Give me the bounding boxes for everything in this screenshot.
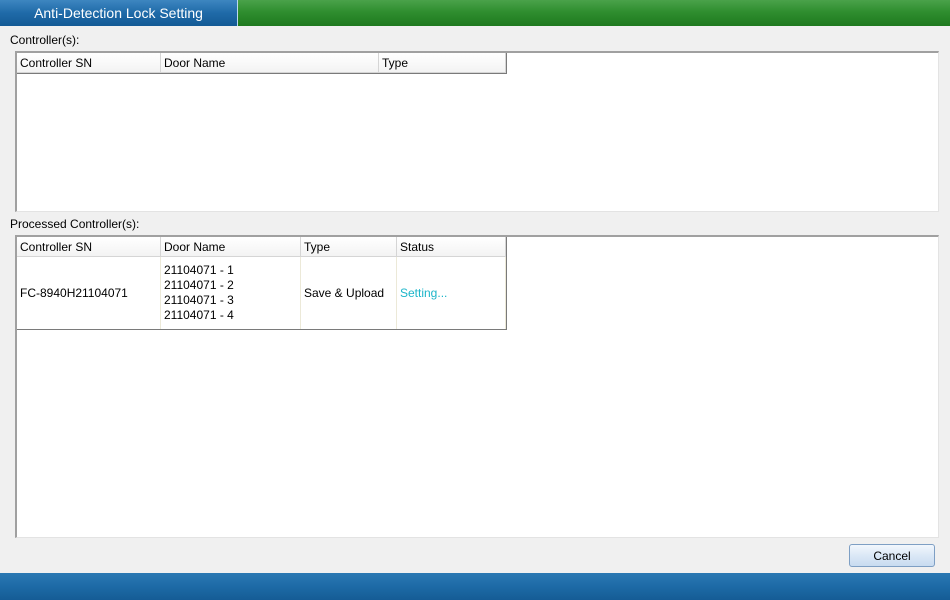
main-panel: Controller(s): Controller SN Door Name T… <box>2 26 948 573</box>
cell-status: Setting... <box>397 257 506 329</box>
cell-type: Save & Upload <box>301 257 397 329</box>
column-header-controller-sn[interactable]: Controller SN <box>17 53 161 73</box>
controllers-grid: Controller SN Door Name Type <box>17 53 507 74</box>
cancel-button[interactable]: Cancel <box>849 544 935 567</box>
column-header-door-name[interactable]: Door Name <box>161 237 301 257</box>
processed-controllers-list[interactable]: Controller SN Door Name Type Status FC-8… <box>15 235 939 538</box>
cell-door-names: 21104071 - 1 21104071 - 2 21104071 - 3 2… <box>161 257 301 329</box>
controllers-grid-header: Controller SN Door Name Type <box>17 53 506 73</box>
door-name: 21104071 - 1 <box>164 263 234 277</box>
column-header-status[interactable]: Status <box>397 237 506 257</box>
title-bar: Anti-Detection Lock Setting <box>0 0 950 26</box>
processed-grid: Controller SN Door Name Type Status FC-8… <box>17 237 507 330</box>
door-name: 21104071 - 3 <box>164 293 234 307</box>
column-header-controller-sn[interactable]: Controller SN <box>17 237 161 257</box>
column-header-type[interactable]: Type <box>301 237 397 257</box>
controllers-list[interactable]: Controller SN Door Name Type <box>15 51 939 212</box>
column-header-door-name[interactable]: Door Name <box>161 53 379 73</box>
processed-grid-header: Controller SN Door Name Type Status <box>17 237 506 257</box>
bottom-bar <box>0 573 950 600</box>
processed-controllers-label: Processed Controller(s): <box>10 217 140 231</box>
table-row[interactable]: FC-8940H21104071 21104071 - 1 21104071 -… <box>17 257 506 329</box>
cell-controller-sn: FC-8940H21104071 <box>17 257 161 329</box>
door-name: 21104071 - 4 <box>164 308 234 322</box>
door-name: 21104071 - 2 <box>164 278 234 292</box>
window-title: Anti-Detection Lock Setting <box>0 0 238 26</box>
column-header-type[interactable]: Type <box>379 53 506 73</box>
controllers-label: Controller(s): <box>10 33 80 47</box>
